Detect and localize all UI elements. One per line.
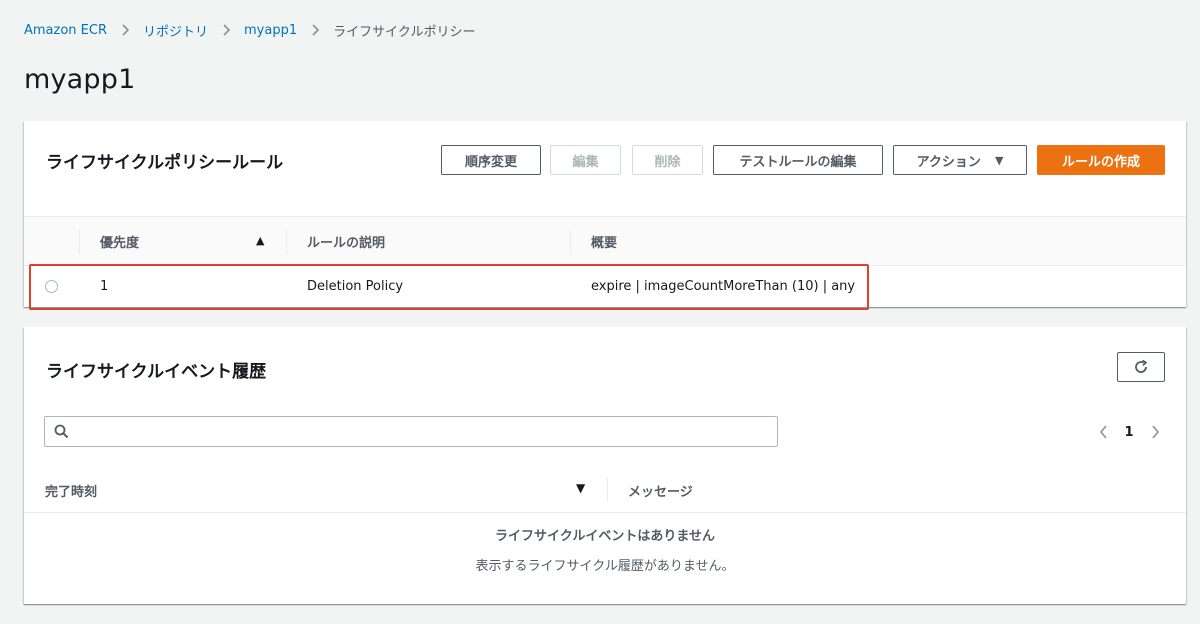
chevron-right-icon (208, 24, 244, 36)
breadcrumb-amazon-ecr[interactable]: Amazon ECR (24, 23, 107, 38)
sort-ascending-icon[interactable]: ▲ (256, 234, 264, 247)
column-header-description[interactable]: ルールの説明 (307, 217, 385, 265)
refresh-icon (1135, 359, 1147, 373)
actions-dropdown-button[interactable]: アクション ▼ (893, 145, 1027, 175)
column-divider (607, 478, 608, 502)
lifecycle-policy-rules-panel: ライフサイクルポリシールール 順序変更 編集 削除 テストルールの編集 アクショ… (24, 121, 1186, 307)
column-header-priority[interactable]: 優先度 (100, 217, 139, 265)
lifecycle-events-panel: ライフサイクルイベント履歴 1 完了時刻 ▼ メッセージ ライフサイクルイベント… (24, 327, 1186, 604)
chevron-right-icon[interactable] (1144, 425, 1166, 439)
pagination: 1 (1092, 421, 1166, 443)
column-header-message[interactable]: メッセージ (628, 467, 693, 513)
rules-table-header: 優先度 ▲ ルールの説明 概要 (24, 216, 1186, 266)
caret-down-icon: ▼ (994, 153, 1004, 167)
refresh-button[interactable] (1117, 352, 1165, 382)
search-icon (54, 424, 69, 439)
column-divider (79, 230, 80, 254)
column-header-completed-time[interactable]: 完了時刻 (45, 467, 97, 513)
breadcrumb-repositories[interactable]: リポジトリ (143, 21, 208, 40)
page-number[interactable]: 1 (1114, 425, 1144, 440)
chevron-left-icon[interactable] (1092, 425, 1114, 439)
chevron-right-icon (107, 24, 143, 36)
table-row[interactable]: 1 Deletion Policy expire | imageCountMor… (24, 266, 1186, 307)
column-divider (570, 230, 571, 254)
breadcrumb: Amazon ECR リポジトリ myapp1 ライフサイクルポリシー (24, 20, 475, 40)
rule-summary: expire | imageCountMoreThan (10) | any (591, 279, 856, 294)
sort-descending-icon[interactable]: ▼ (576, 481, 585, 495)
search-input[interactable] (44, 416, 778, 447)
delete-button[interactable]: 削除 (632, 145, 703, 175)
actions-label: アクション (916, 154, 981, 170)
chevron-right-icon (297, 24, 333, 36)
breadcrumb-myapp1[interactable]: myapp1 (244, 23, 297, 38)
radio-button[interactable] (45, 280, 58, 293)
reorder-button[interactable]: 順序変更 (441, 145, 541, 175)
page-title: myapp1 (24, 64, 136, 95)
events-panel-title: ライフサイクルイベント履歴 (46, 362, 267, 382)
create-rule-button[interactable]: ルールの作成 (1037, 145, 1165, 175)
edit-button[interactable]: 編集 (550, 145, 621, 175)
rule-priority: 1 (100, 279, 109, 294)
rule-description: Deletion Policy (307, 279, 404, 294)
rules-panel-title: ライフサイクルポリシールール (46, 153, 284, 173)
column-divider (286, 230, 287, 254)
edit-test-rules-button[interactable]: テストルールの編集 (713, 145, 883, 175)
empty-state-title: ライフサイクルイベントはありません (495, 529, 715, 544)
empty-state-subtitle: 表示するライフサイクル履歴がありません。 (475, 559, 735, 574)
events-table-header: 完了時刻 ▼ メッセージ (24, 467, 1186, 513)
breadcrumb-current: ライフサイクルポリシー (333, 24, 476, 40)
column-header-summary[interactable]: 概要 (591, 217, 617, 265)
